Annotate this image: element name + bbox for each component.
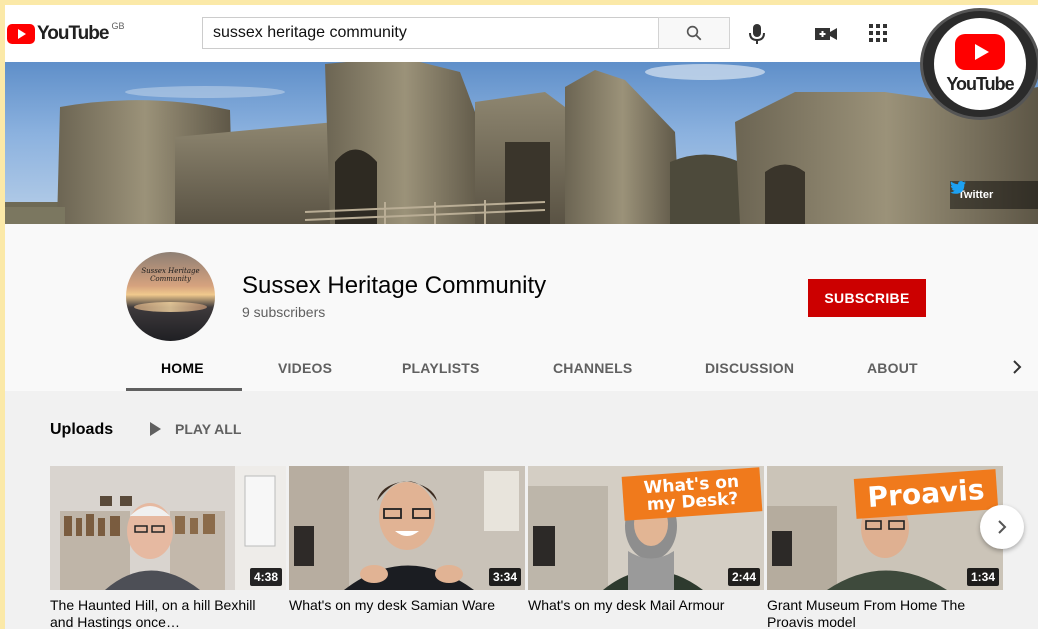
video-card[interactable]: Proavis 1:34 Grant Museum From Home The … bbox=[767, 466, 1003, 629]
channel-title: Sussex Heritage Community bbox=[242, 272, 547, 299]
search-input[interactable]: sussex heritage community bbox=[202, 17, 659, 49]
uploads-section: Uploads PLAY ALL 4:38 The Haunted Hill, … bbox=[5, 391, 1038, 629]
castle-ruins-illustration bbox=[5, 62, 1038, 224]
tab-videos[interactable]: VIDEOS bbox=[278, 360, 332, 376]
video-title[interactable]: What's on my desk Samian Ware bbox=[289, 597, 521, 629]
video-title[interactable]: What's on my desk Mail Armour bbox=[528, 597, 760, 629]
youtube-badge-overlay: YouTube bbox=[920, 8, 1038, 120]
youtube-window: YouTube GB sussex heritage community You… bbox=[5, 5, 1038, 629]
video-thumbnail[interactable]: 3:34 bbox=[289, 466, 525, 590]
create-video-icon[interactable] bbox=[815, 26, 837, 42]
search-button[interactable] bbox=[658, 17, 730, 49]
video-thumbnail[interactable]: What's on my Desk? 2:44 bbox=[528, 466, 764, 590]
twitter-icon bbox=[950, 181, 966, 194]
channel-header: Sussex Heritage Community Sussex Heritag… bbox=[5, 224, 1038, 391]
channel-tabs: HOME VIDEOS PLAYLISTS CHANNELS DISCUSSIO… bbox=[5, 346, 1038, 391]
video-title[interactable]: Grant Museum From Home The Proavis model bbox=[767, 597, 999, 629]
search-icon bbox=[686, 25, 702, 41]
play-all-label: PLAY ALL bbox=[175, 421, 242, 437]
video-duration: 3:34 bbox=[488, 568, 521, 586]
channel-banner: Twitter bbox=[5, 62, 1038, 224]
badge-text: YouTube bbox=[946, 73, 1014, 94]
tab-home[interactable]: HOME bbox=[161, 360, 204, 376]
avatar-reflection bbox=[134, 302, 207, 312]
video-card[interactable]: 3:34 What's on my desk Samian Ware bbox=[289, 466, 525, 629]
youtube-play-icon bbox=[955, 33, 1005, 70]
youtube-logo[interactable]: YouTube GB bbox=[7, 21, 125, 44]
play-all-button[interactable]: PLAY ALL bbox=[150, 421, 241, 437]
video-thumbnail[interactable]: Proavis 1:34 bbox=[767, 466, 1003, 590]
play-icon bbox=[150, 422, 161, 436]
apps-icon[interactable] bbox=[869, 24, 887, 42]
video-duration: 1:34 bbox=[966, 568, 999, 586]
subscriber-count: 9 subscribers bbox=[242, 304, 326, 320]
youtube-play-icon bbox=[7, 24, 35, 44]
video-duration: 2:44 bbox=[727, 568, 760, 586]
subscribe-button[interactable]: SUBSCRIBE bbox=[808, 279, 926, 317]
channel-avatar[interactable]: Sussex Heritage Community bbox=[126, 252, 215, 341]
twitter-link[interactable]: Twitter bbox=[950, 181, 1038, 209]
chevron-right-icon bbox=[998, 520, 1007, 534]
tab-channels[interactable]: CHANNELS bbox=[553, 360, 632, 376]
video-card[interactable]: 4:38 The Haunted Hill, on a hill Bexhill… bbox=[50, 466, 286, 629]
carousel-next-button[interactable] bbox=[980, 505, 1024, 549]
avatar-text: Sussex Heritage Community bbox=[141, 267, 200, 283]
mic-icon[interactable] bbox=[747, 23, 767, 45]
uploads-heading[interactable]: Uploads bbox=[50, 421, 113, 439]
tab-playlists[interactable]: PLAYLISTS bbox=[402, 360, 480, 376]
logo-text: YouTube bbox=[37, 23, 109, 44]
video-duration: 4:38 bbox=[249, 568, 282, 586]
video-thumbnail[interactable]: 4:38 bbox=[50, 466, 286, 590]
tab-about[interactable]: ABOUT bbox=[867, 360, 918, 376]
region-code: GB bbox=[111, 21, 125, 31]
chevron-right-icon[interactable] bbox=[1011, 358, 1023, 376]
video-card[interactable]: What's on my Desk? 2:44 What's on my des… bbox=[528, 466, 764, 629]
video-title[interactable]: The Haunted Hill, on a hill Bexhill and … bbox=[50, 597, 282, 629]
masthead: YouTube GB sussex heritage community bbox=[5, 5, 1038, 62]
tab-discussion[interactable]: DISCUSSION bbox=[705, 360, 794, 376]
